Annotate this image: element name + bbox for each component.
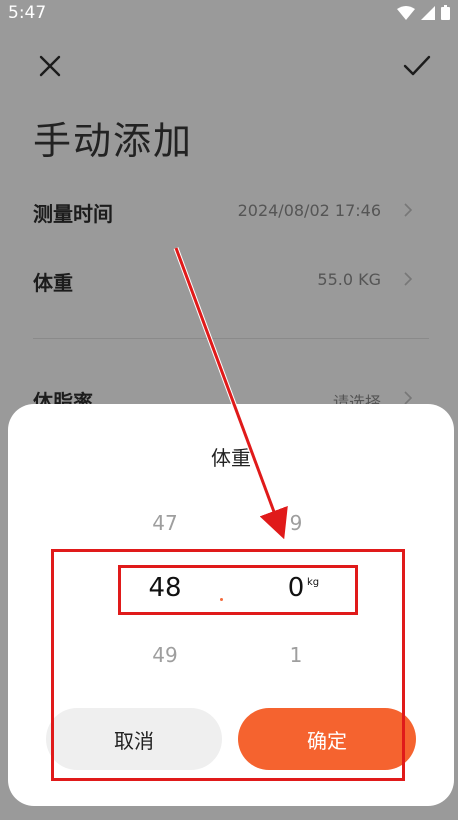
annotation-arrow [173,247,288,540]
